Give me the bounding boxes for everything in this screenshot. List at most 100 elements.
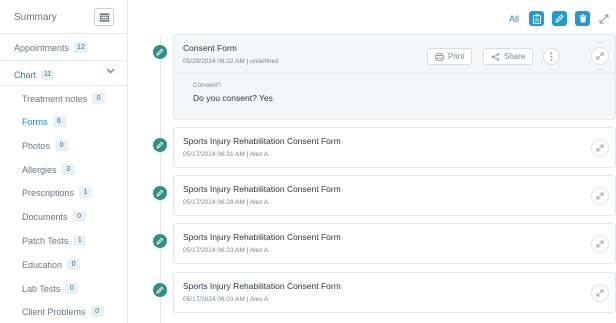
sidebar-item-label: Chart [14, 69, 37, 80]
records-toolbar: All [509, 11, 610, 26]
count-badge: 0 [67, 259, 81, 270]
sidebar-divider [0, 33, 128, 34]
sidebar-item-client-problems[interactable]: Client Problems 0 [22, 306, 104, 317]
timeline-line [160, 38, 161, 323]
sidebar-item-label: Lab Tests [22, 283, 61, 294]
record-card[interactable]: Sports Injury Rehabilitation Consent For… [173, 127, 616, 168]
sidebar-item-forms[interactable]: Forms 6 [22, 116, 66, 127]
sidebar-item-label: Allergies [22, 164, 57, 175]
print-icon [435, 52, 444, 61]
sidebar: Summary Appointments 12 Chart 11 Treatme… [0, 0, 128, 323]
expand-record-button[interactable] [591, 187, 609, 205]
sidebar-item-documents[interactable]: Documents 0 [22, 211, 86, 222]
sidebar-item-patch-tests[interactable]: Patch Tests 1 [22, 235, 87, 246]
sidebar-divider [0, 60, 128, 61]
count-badge: 6 [52, 116, 66, 127]
sidebar-item-label: Appointments [14, 42, 70, 53]
count-badge: 12 [74, 42, 88, 53]
expand-icon [599, 14, 609, 23]
record-title: Sports Injury Rehabilitation Consent For… [183, 281, 341, 291]
sidebar-item-label: Education [22, 259, 63, 270]
print-button[interactable]: Print [427, 48, 473, 65]
sidebar-item-chart[interactable]: Chart 11 [14, 69, 55, 80]
delete-button[interactable] [575, 11, 590, 26]
expand-icon [596, 52, 604, 60]
edit-button[interactable] [552, 11, 567, 26]
expand-icon [596, 144, 604, 152]
sidebar-item-label: Prescriptions [22, 187, 75, 198]
expand-record-button[interactable] [591, 235, 609, 253]
chevron-down-icon[interactable] [106, 68, 115, 74]
count-badge: 1 [79, 187, 93, 198]
sidebar-item-lab-tests[interactable]: Lab Tests 0 [22, 283, 79, 294]
record-answers: Consent? Do you consent? Yes [174, 73, 615, 119]
pencil-icon [156, 141, 164, 149]
filter-all-link[interactable]: All [509, 14, 519, 24]
record-card[interactable]: Sports Injury Rehabilitation Consent For… [173, 175, 616, 216]
sidebar-item-label: Forms [22, 116, 48, 127]
record-title: Sports Injury Rehabilitation Consent For… [183, 232, 341, 242]
record-meta: 05/17/2024 06:03 AM | Alex A. [183, 296, 270, 303]
share-button[interactable]: Share [483, 48, 534, 65]
expand-icon [596, 192, 604, 200]
list-icon [99, 13, 109, 22]
sidebar-divider [0, 85, 128, 86]
sidebar-item-prescriptions[interactable]: Prescriptions 1 [22, 187, 93, 198]
timeline-marker [153, 138, 167, 152]
share-icon [491, 52, 500, 61]
count-badge: 0 [92, 93, 106, 104]
record-card[interactable]: Sports Injury Rehabilitation Consent For… [173, 223, 616, 264]
timeline-marker [153, 186, 167, 200]
expand-record-button[interactable] [591, 47, 609, 65]
more-icon [550, 52, 553, 61]
clipboard-icon [532, 13, 541, 24]
sidebar-item-label: Client Problems [22, 306, 86, 317]
count-badge: 11 [41, 69, 55, 80]
record-title: Sports Injury Rehabilitation Consent For… [183, 184, 341, 194]
sidebar-item-allergies[interactable]: Allergies 3 [22, 164, 75, 175]
expand-icon [596, 289, 604, 297]
timeline-marker [153, 45, 167, 59]
count-badge: 3 [61, 164, 75, 175]
pencil-icon [156, 237, 164, 245]
sidebar-item-label: Treatment notes [22, 93, 88, 104]
sidebar-item-label: Photos [22, 140, 51, 151]
record-title: Consent Form [183, 43, 237, 53]
pencil-icon [156, 286, 164, 294]
record-meta: 05/17/2024 06:23 AM | Alex A. [183, 247, 270, 254]
expand-record-button[interactable] [591, 139, 609, 157]
sidebar-item-photos[interactable]: Photos 0 [22, 140, 69, 151]
question-label: Consent? [193, 82, 221, 89]
sidebar-summary-label[interactable]: Summary [14, 12, 57, 23]
sidebar-item-appointments[interactable]: Appointments 12 [14, 42, 88, 53]
count-badge: 0 [55, 140, 69, 151]
pencil-icon [156, 48, 164, 56]
trash-icon [579, 14, 586, 23]
share-label: Share [504, 52, 526, 61]
expand-all-button[interactable] [598, 13, 610, 25]
summary-toggle-button[interactable] [94, 8, 114, 26]
sidebar-item-label: Documents [22, 211, 68, 222]
count-badge: 0 [65, 283, 79, 294]
sidebar-item-education[interactable]: Education 0 [22, 259, 81, 270]
answer-text: Do you consent? Yes [193, 93, 273, 103]
record-card[interactable]: Sports Injury Rehabilitation Consent For… [173, 272, 616, 313]
clipboard-button[interactable] [529, 11, 544, 26]
print-label: Print [448, 52, 465, 61]
record-meta: 05/17/2024 06:31 AM | Alex A. [183, 151, 270, 158]
sidebar-item-label: Patch Tests [22, 235, 69, 246]
expand-icon [596, 240, 604, 248]
record-meta: 05/17/2024 06:28 AM | Alex A. [183, 199, 270, 206]
pencil-icon [555, 14, 564, 23]
main-content: All Consent Form 05/29/2024 06:32 AM | u… [129, 0, 616, 323]
record-title: Sports Injury Rehabilitation Consent For… [183, 136, 341, 146]
record-meta: 05/29/2024 06:32 AM | undefined [183, 58, 279, 65]
pencil-icon [156, 189, 164, 197]
more-options-button[interactable] [543, 48, 560, 65]
sidebar-item-treatment-notes[interactable]: Treatment notes 0 [22, 93, 106, 104]
record-card-consent-form[interactable]: Consent Form 05/29/2024 06:32 AM | undef… [173, 34, 616, 120]
timeline-marker [153, 234, 167, 248]
expand-record-button[interactable] [591, 284, 609, 302]
count-badge: 0 [90, 306, 104, 317]
count-badge: 0 [72, 211, 86, 222]
